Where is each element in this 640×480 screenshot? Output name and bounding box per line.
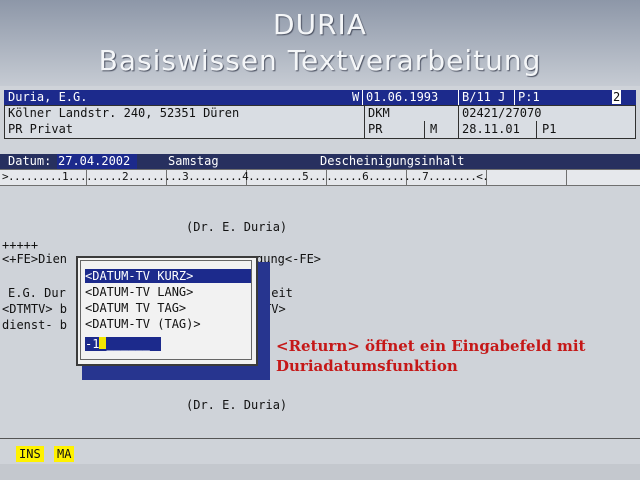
annotation-line1: <Return> öffnet ein Eingabefeld mit [276,337,586,355]
record-name: Duria, E.G. [8,90,88,104]
popup-item-datum-tag[interactable]: <DATUM TV TAG> [85,301,251,315]
signature-top: (Dr. E. Duria) [186,220,288,234]
datum-value: 27.04.2002 [58,154,131,168]
record-flag: W [352,90,360,104]
record-pr: PR [368,122,383,136]
fe-line-start: <+FE>Dien [2,252,68,266]
popup-item-datum-lang[interactable]: <DATUM-TV LANG> [85,285,251,299]
signature-bottom: (Dr. E. Duria) [186,398,288,412]
divider [458,90,459,105]
status-divider [0,438,640,439]
datum-weekday: Samstag [168,154,219,168]
datum-title: Descheinigungsinhalt [320,154,465,168]
dtmtv-line-start: <DTMTV> b [2,302,68,316]
divider [364,105,365,138]
eg-line-start: E.G. Dur [8,286,66,300]
record-phone: 02421/27070 [462,106,542,120]
dienst-line-start: dienst- b [2,318,68,332]
record-m: M [430,122,438,136]
popup-frame: <DATUM-TV KURZ> <DATUM-TV LANG> <DATUM T… [80,260,252,360]
title-banner: DURIA Basiswissen Textverarbeitung [0,0,640,86]
input-underscores: ______ [106,337,150,351]
record-status: PR Privat [8,122,74,136]
record-code: B/11 J [462,90,506,104]
divider [514,90,515,105]
ins-indicator: INS [16,446,44,462]
record-insurer: DKM [368,106,390,120]
divider [362,90,363,105]
status-footer [0,464,640,480]
ruler-divider [566,170,567,185]
datum-label: Datum: [8,154,52,168]
annotation-line2: Duriadatumsfunktion [276,357,458,375]
popup-item-datum-tag-paren[interactable]: <DATUM-TV (TAG)> [85,317,251,331]
record-address: Kölner Landstr. 240, 52351 Düren [8,106,240,120]
plus-line: +++++ [2,238,39,252]
datum-function-popup: <DATUM-TV KURZ> <DATUM-TV LANG> <DATUM T… [76,256,258,366]
divider [424,121,425,138]
divider [536,121,537,138]
banner-subtitle: Basiswissen Textverarbeitung [98,44,542,77]
ruler-text: >.........1.........2.........3.........… [2,170,489,183]
record-date: 01.06.1993 [366,90,439,104]
divider [458,105,459,138]
popup-item-datum-kurz[interactable]: <DATUM-TV KURZ> [85,269,251,283]
record-page: P:1 [518,90,540,104]
record-p1: P1 [542,122,557,136]
datum-offset-value: -1 [85,337,100,351]
banner-title: DURIA [273,8,367,41]
ma-indicator: MA [54,446,75,462]
record-header-bar [4,90,636,105]
record-date2: 28.11.01 [462,122,520,136]
record-number: 2 [612,90,622,104]
datum-offset-input[interactable]: -1 ______ [85,337,161,351]
